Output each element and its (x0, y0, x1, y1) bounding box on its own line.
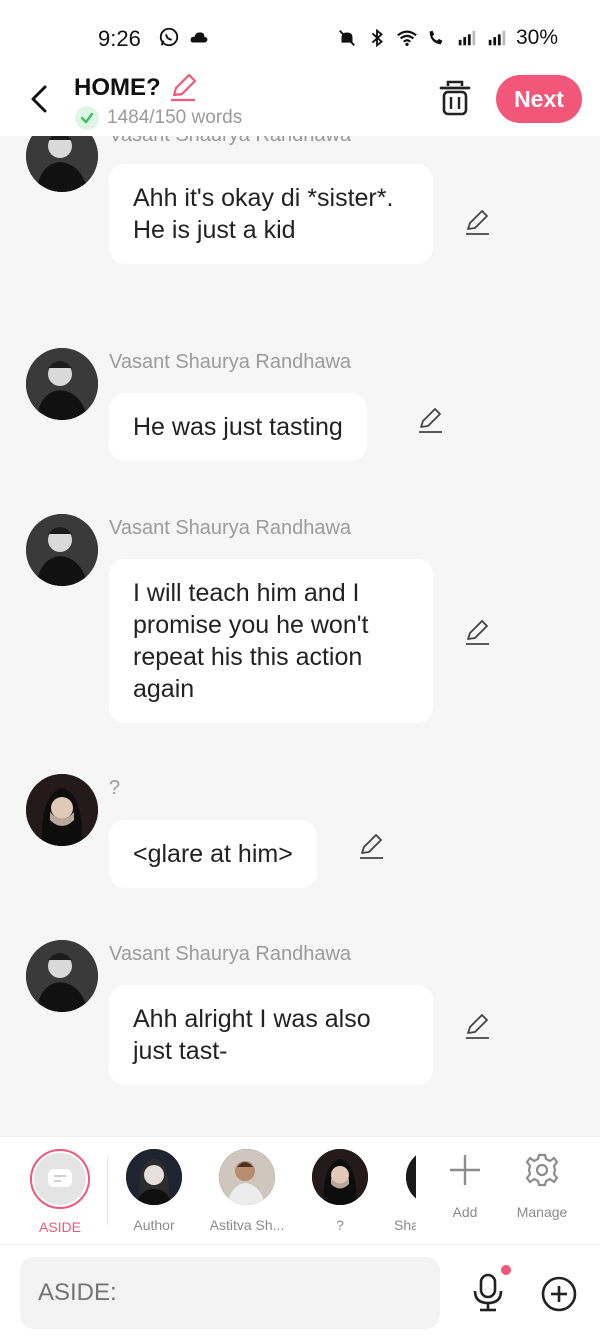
notification-dot (501, 1265, 511, 1275)
avatar (312, 1149, 368, 1205)
add-circle-icon[interactable] (540, 1275, 578, 1313)
avatar[interactable] (26, 136, 98, 192)
message-bubble[interactable]: Ahh it's okay di *sister*. He is just a … (109, 164, 433, 264)
battery-percentage: 30% (515, 26, 558, 49)
avatar (406, 1149, 416, 1205)
back-button[interactable] (22, 82, 56, 116)
pencil-icon[interactable] (168, 72, 198, 102)
divider (107, 1157, 108, 1225)
chat-area[interactable]: Vasant Shaurya Randhawa Ahh it's okay di… (0, 136, 600, 1136)
signal-icon (488, 30, 506, 46)
sender-name: Vasant Shaurya Randhawa (109, 136, 351, 147)
word-count: 1484/150 words (107, 107, 243, 128)
wifi-call-icon (429, 30, 443, 45)
character-label: Sha (394, 1217, 416, 1233)
avatar[interactable] (26, 774, 98, 846)
status-bar: 9:26 30% (0, 0, 600, 70)
sender-name: Vasant Shaurya Randhawa (109, 943, 352, 965)
message-text: He was just tasting (133, 413, 343, 441)
page-title[interactable]: HOME? (74, 74, 161, 102)
message-text: <glare at him> (133, 840, 293, 868)
bluetooth-icon (371, 28, 383, 48)
character-unknown[interactable]: ? (295, 1149, 385, 1233)
wifi-icon (397, 30, 417, 47)
message-bubble[interactable]: <glare at him> (109, 820, 317, 888)
pencil-icon[interactable] (463, 618, 491, 646)
header: HOME? 1484/150 words Next (0, 70, 600, 136)
gear-icon (525, 1153, 559, 1187)
whatsapp-icon (159, 27, 179, 47)
trash-icon[interactable] (436, 78, 474, 118)
sender-name: Vasant Shaurya Randhawa (109, 517, 352, 539)
chat-bubble-icon (34, 1153, 86, 1205)
avatar (219, 1149, 275, 1205)
message-bubble[interactable]: I will teach him and I promise you he wo… (109, 559, 433, 723)
character-label: ? (336, 1217, 344, 1233)
chevron-left-icon (31, 85, 47, 113)
pencil-icon[interactable] (416, 406, 444, 434)
manage-button[interactable]: Manage (497, 1149, 587, 1220)
character-astitva[interactable]: Astitva Sh... (202, 1149, 292, 1233)
message-text: Ahh it's okay di *sister*. He is just a … (133, 184, 394, 244)
sender-name: Vasant Shaurya Randhawa (109, 351, 352, 373)
next-button[interactable]: Next (496, 75, 582, 123)
message-bubble[interactable]: He was just tasting (109, 393, 367, 461)
pencil-icon[interactable] (463, 208, 491, 236)
character-label: Author (133, 1217, 175, 1233)
character-label: ASIDE (38, 1219, 81, 1235)
plus-icon (450, 1155, 480, 1185)
aside-ring (30, 1149, 90, 1209)
message-text: Ahh alright I was also just tast- (133, 1005, 371, 1065)
message-text: I will teach him and I promise you he wo… (133, 579, 369, 703)
character-label: Astitva Sh... (209, 1217, 285, 1233)
avatar[interactable] (26, 348, 98, 420)
status-time: 9:26 (98, 26, 141, 51)
pencil-icon[interactable] (357, 832, 385, 860)
status-left-icons (158, 26, 210, 48)
sender-name: ? (109, 777, 121, 799)
input-bar (0, 1244, 600, 1340)
avatar (126, 1149, 182, 1205)
avatar[interactable] (26, 514, 98, 586)
microphone-icon[interactable] (470, 1273, 506, 1313)
character-aside[interactable]: ASIDE (15, 1149, 105, 1235)
check-icon (75, 106, 99, 130)
signal-icon (458, 30, 476, 46)
character-sha[interactable]: Sha (380, 1149, 416, 1233)
avatar[interactable] (26, 940, 98, 1012)
bell-off-icon (338, 30, 355, 46)
message-bubble[interactable]: Ahh alright I was also just tast- (109, 985, 433, 1085)
character-label: Manage (516, 1204, 568, 1220)
status-right-icons: 30% (336, 26, 558, 50)
pencil-icon[interactable] (463, 1012, 491, 1040)
aside-input[interactable] (20, 1257, 440, 1329)
cloud-icon (190, 32, 208, 43)
character-author[interactable]: Author (109, 1149, 199, 1233)
character-bar: ASIDE Author Astitva Sh... ? Sha Add Man… (0, 1136, 600, 1244)
